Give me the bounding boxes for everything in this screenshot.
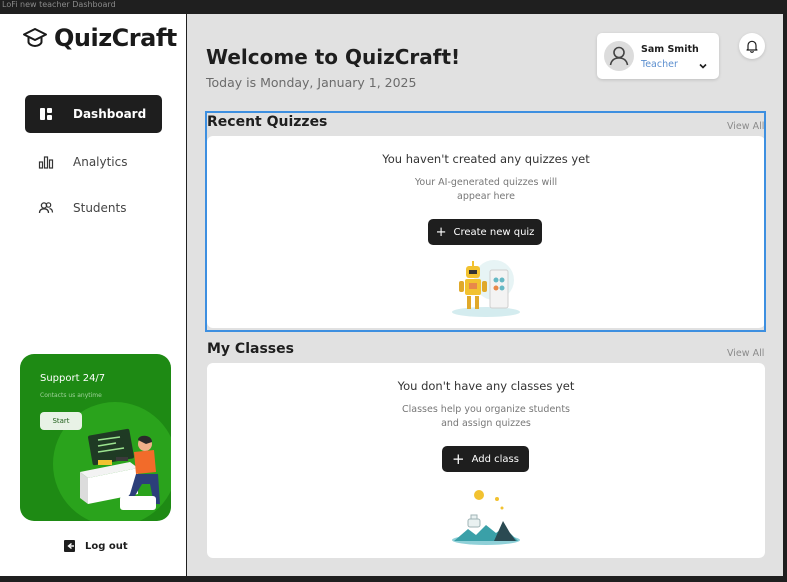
sidebar-item-label: Analytics <box>73 155 128 169</box>
sidebar-item-label: Students <box>73 201 127 215</box>
classes-empty-line1: Classes help you organize students <box>401 404 571 415</box>
brand-name: QuizCraft <box>54 24 177 52</box>
logout-icon <box>64 540 75 552</box>
my-classes-panel: You don't have any classes yet Classes h… <box>207 363 765 558</box>
classes-empty-title: You don't have any classes yet <box>397 379 575 393</box>
support-start-button[interactable]: Start <box>40 412 82 430</box>
brand-logo[interactable]: QuizCraft <box>22 24 177 52</box>
support-card: Support 24/7 Contacts us anytime Start <box>20 354 171 521</box>
user-role: Teacher <box>641 59 678 70</box>
sidebar-item-students[interactable]: Students <box>25 189 162 227</box>
sidebar-item-label: Dashboard <box>73 107 147 121</box>
chevron-down-icon <box>699 63 707 69</box>
support-subtitle: Contacts us anytime <box>40 392 102 399</box>
support-title: Support 24/7 <box>40 373 106 384</box>
user-icon <box>609 46 629 66</box>
add-class-label: Add class <box>471 453 519 465</box>
island-illustration <box>452 490 520 545</box>
logout-label: Log out <box>85 540 128 552</box>
user-menu[interactable]: Sam Smith Teacher <box>597 33 719 79</box>
sidebar-item-analytics[interactable]: Analytics <box>25 143 162 181</box>
add-class-button[interactable]: + Add class <box>442 446 529 472</box>
current-date: Today is Monday, January 1, 2025 <box>206 75 417 90</box>
user-name: Sam Smith <box>641 44 699 55</box>
plus-icon: + <box>452 449 465 468</box>
notifications-button[interactable] <box>739 33 765 59</box>
my-classes-title: My Classes <box>207 341 294 357</box>
graduation-cap-icon <box>23 28 47 48</box>
page-title: Welcome to QuizCraft! <box>206 45 461 69</box>
logout-button[interactable]: Log out <box>64 540 128 552</box>
avatar <box>604 41 634 71</box>
selection-highlight <box>205 111 766 332</box>
my-classes-view-all-link[interactable]: View All <box>727 348 764 359</box>
sidebar-item-dashboard[interactable]: Dashboard <box>25 95 162 133</box>
users-icon <box>38 202 54 214</box>
bell-icon <box>746 40 758 53</box>
classes-empty-line2: and assign quizzes <box>441 418 531 429</box>
dashboard-icon <box>40 108 52 120</box>
window-title: LoFi new teacher Dashboard <box>2 0 116 9</box>
bar-chart-icon <box>38 156 54 169</box>
